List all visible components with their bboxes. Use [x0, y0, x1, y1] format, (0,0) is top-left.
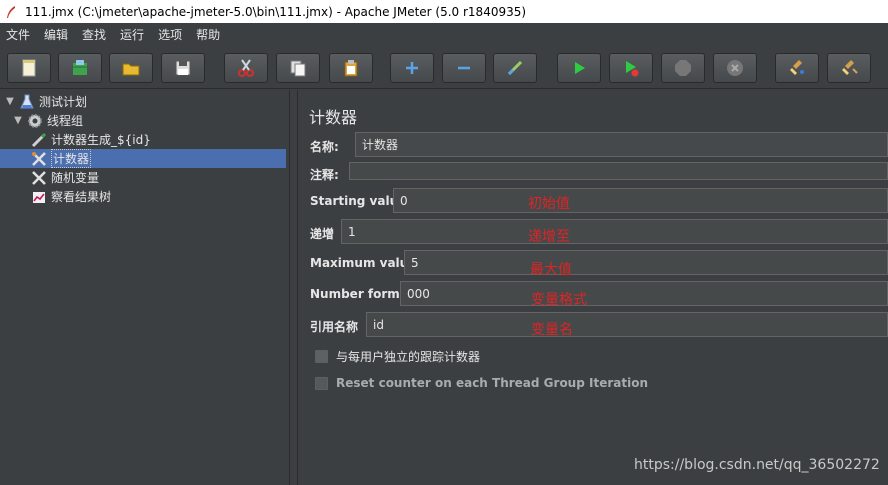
counter-config-panel: 计数器 名称: 计数器 注释: Starting value 0 初始值 递增 … — [299, 90, 888, 485]
save-button[interactable] — [161, 53, 205, 83]
per-user-counter-label: 与每用户独立的跟踪计数器 — [336, 350, 481, 364]
reference-name-label: 引用名称 — [310, 320, 359, 334]
templates-button[interactable] — [58, 53, 102, 83]
tree-item-test-plan[interactable]: ▼ 测试计划 — [4, 92, 87, 111]
clear-all-button[interactable] — [827, 53, 871, 83]
start-icon — [575, 62, 585, 74]
starting-value-label: Starting value — [310, 194, 407, 208]
shutdown-icon — [727, 60, 743, 76]
menu-edit[interactable]: 编辑 — [44, 26, 68, 43]
thread-group-icon — [26, 113, 44, 129]
expand-icon — [406, 62, 418, 74]
start-button[interactable] — [557, 53, 601, 83]
config-element-icon — [30, 170, 48, 186]
tree-item-label: 计数器 — [51, 149, 92, 168]
test-plan-icon — [18, 94, 36, 110]
tree-item-view-results-tree[interactable]: 察看结果树 — [30, 187, 111, 206]
number-format-label: Number format — [310, 287, 414, 301]
new-button[interactable] — [7, 53, 51, 83]
tree-item-label: 线程组 — [47, 114, 84, 128]
jmeter-feather-icon — [7, 5, 15, 18]
menu-search[interactable]: 查找 — [82, 26, 106, 43]
page-title: 计数器 — [309, 108, 358, 127]
start-no-timers-icon — [626, 61, 639, 77]
tree-item-counter[interactable]: 计数器 — [0, 149, 286, 168]
per-user-counter-checkbox-row[interactable]: 与每用户独立的跟踪计数器 — [315, 348, 480, 365]
tree-item-label: 测试计划 — [39, 95, 88, 109]
menu-options[interactable]: 选项 — [158, 26, 182, 43]
maximum-value-label: Maximum value — [310, 256, 417, 270]
config-element-icon — [30, 151, 48, 167]
clear-icon — [790, 60, 804, 75]
tree-item-random-variable[interactable]: 随机变量 — [30, 168, 99, 187]
paste-button[interactable] — [329, 53, 373, 83]
toggle-button[interactable] — [493, 53, 537, 83]
menu-help[interactable]: 帮助 — [196, 26, 220, 43]
listener-icon — [30, 189, 48, 205]
window-title-bar: 111.jmx (C:\jmeter\apache-jmeter-5.0\bin… — [0, 0, 888, 23]
collapse-all-button[interactable] — [442, 53, 486, 83]
pane-splitter[interactable] — [290, 90, 298, 485]
maximum-value-field[interactable]: 5 — [404, 250, 888, 275]
number-format-field[interactable]: 000 — [400, 281, 888, 306]
reference-name-field[interactable]: id — [366, 312, 888, 337]
toolbar — [0, 45, 888, 89]
open-button[interactable] — [109, 53, 153, 83]
test-plan-tree[interactable]: ▼ 测试计划 ▼ 线程组 计数器生成_${id} 计数器 随机变量 察看结果树 — [0, 90, 290, 485]
comment-label: 注释: — [310, 168, 339, 182]
start-no-timers-button[interactable] — [609, 53, 653, 83]
name-label: 名称: — [310, 140, 339, 154]
stop-button[interactable] — [661, 53, 705, 83]
tree-item-label: 随机变量 — [51, 171, 100, 185]
reset-counter-checkbox[interactable] — [315, 376, 328, 390]
collapse-icon — [458, 66, 470, 70]
starting-value-annotation: 初始值 — [528, 196, 570, 212]
copy-icon — [290, 60, 306, 77]
expanded-arrow-icon[interactable]: ▼ — [4, 96, 16, 107]
tree-item-label: 察看结果树 — [51, 190, 112, 204]
expand-all-button[interactable] — [390, 53, 434, 83]
reference-name-annotation: 变量名 — [531, 322, 573, 338]
increment-field[interactable]: 1 — [341, 219, 888, 244]
clear-all-icon — [842, 60, 858, 75]
menu-run[interactable]: 运行 — [120, 26, 144, 43]
menu-bar: 文件 编辑 查找 运行 选项 帮助 — [0, 23, 888, 45]
starting-value-field[interactable]: 0 — [393, 188, 888, 213]
cut-icon — [238, 59, 254, 77]
paste-icon — [344, 60, 358, 77]
tree-item-sampler[interactable]: 计数器生成_${id} — [30, 130, 151, 149]
toggle-icon — [507, 60, 523, 76]
comment-field[interactable] — [349, 162, 888, 180]
tree-item-label: 计数器生成_${id} — [51, 133, 151, 147]
shutdown-button[interactable] — [713, 53, 757, 83]
stop-icon — [675, 60, 691, 76]
increment-label: 递增 — [310, 227, 335, 241]
copy-button[interactable] — [276, 53, 320, 83]
window-title: 111.jmx (C:\jmeter\apache-jmeter-5.0\bin… — [25, 4, 527, 19]
clear-button[interactable] — [775, 53, 819, 83]
reset-counter-checkbox-row[interactable]: Reset counter on each Thread Group Itera… — [315, 376, 648, 390]
watermark-text: https://blog.csdn.net/qq_36502272 — [634, 457, 880, 473]
number-format-annotation: 变量格式 — [531, 292, 587, 308]
tree-item-thread-group[interactable]: ▼ 线程组 — [12, 111, 83, 130]
open-icon — [122, 63, 140, 76]
sampler-icon — [30, 132, 48, 148]
cut-button[interactable] — [224, 53, 268, 83]
reset-counter-label: Reset counter on each Thread Group Itera… — [336, 376, 648, 390]
expanded-arrow-icon[interactable]: ▼ — [12, 115, 24, 126]
name-field[interactable]: 计数器 — [355, 132, 888, 157]
save-icon — [175, 60, 191, 76]
maximum-value-annotation: 最大值 — [530, 262, 572, 278]
templates-icon — [73, 60, 87, 75]
increment-annotation: 递增至 — [528, 229, 570, 245]
menu-file[interactable]: 文件 — [6, 26, 30, 43]
new-icon — [22, 59, 36, 77]
per-user-counter-checkbox[interactable] — [315, 350, 328, 363]
